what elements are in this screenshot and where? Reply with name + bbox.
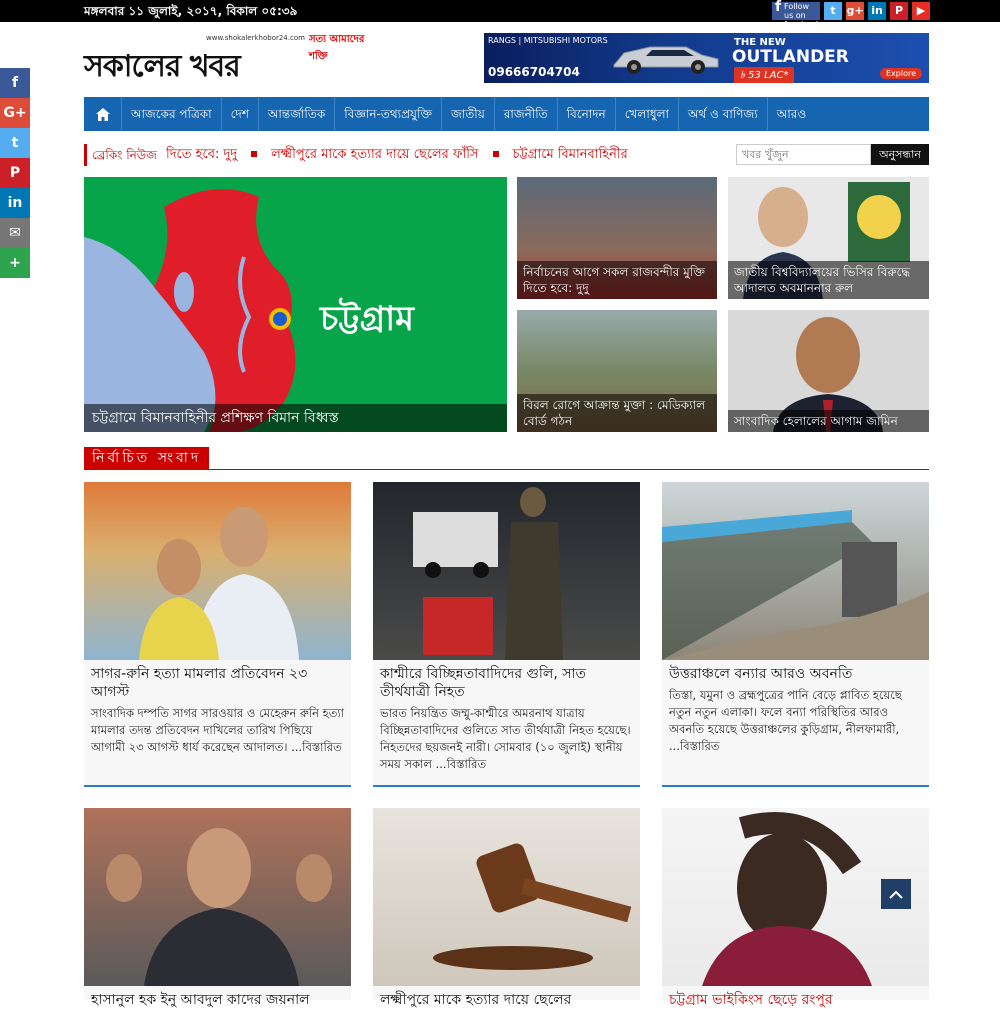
- home-icon[interactable]: [84, 97, 122, 131]
- googleplus-icon[interactable]: G+: [0, 98, 30, 128]
- arrow-up-icon[interactable]: [881, 879, 911, 909]
- breaking-news-label: ব্রেকিং নিউজ: [84, 144, 159, 166]
- pinterest-icon[interactable]: P: [0, 158, 30, 188]
- nav-item-national[interactable]: জাতীয়: [442, 97, 495, 131]
- news-card[interactable]: সাগর-রুনি হত্যা মামলার প্রতিবেদন ২৩ আগস্…: [84, 482, 351, 787]
- featured-story[interactable]: জাতীয় বিশ্ববিদ্যালয়ের ভিসির বিরুদ্ধে আ…: [728, 177, 929, 299]
- ad-explore-button[interactable]: Explore: [880, 68, 923, 79]
- featured-story[interactable]: বিরল রোগে আক্রান্ত মুক্তা : মেডিক্যাল বো…: [517, 310, 717, 432]
- search-form: অনুসন্ধান: [736, 144, 929, 165]
- top-bar: মঙ্গলবার ১১ জুলাই, ২০১৭, বিকাল ০৫:৩৯ Fol…: [0, 0, 1000, 29]
- nav-item-more[interactable]: আরও: [768, 97, 815, 131]
- twitter-icon[interactable]: t: [824, 2, 842, 20]
- featured-story[interactable]: নির্বাচনের আগে সকল রাজবন্দীর মুক্তি দিতে…: [517, 177, 717, 299]
- logo-url: www.shokalerkhobor24.com: [206, 34, 305, 42]
- ticker-item[interactable]: দিতে হবে: দুদু: [166, 147, 237, 162]
- bullet-icon: [492, 150, 499, 157]
- news-title[interactable]: লক্ষ্মীপুরে মাকে হত্যার দায়ে ছেলের: [373, 986, 578, 1009]
- breaking-news-ticker: দিতে হবে: দুদু লক্ষ্মীপুরে মাকে হত্যার দা…: [166, 144, 736, 166]
- map-image: [84, 189, 296, 432]
- news-card[interactable]: লক্ষ্মীপুরে মাকে হত্যার দায়ে ছেলের: [373, 808, 640, 1008]
- ticker-item[interactable]: চট্টগ্রামে বিমানবাহিনীর: [513, 147, 628, 162]
- news-card[interactable]: উত্তরাঞ্চলে বন্যার আরও অবনতি তিস্তা, যমু…: [662, 482, 929, 787]
- youtube-icon[interactable]: ▶: [912, 2, 930, 20]
- nav-item-sports[interactable]: খেলাধুলা: [616, 97, 680, 131]
- facebook-follow-button[interactable]: Follow us on facebook: [772, 2, 821, 29]
- search-button[interactable]: অনুসন্ধান: [871, 144, 929, 165]
- news-image: [84, 482, 351, 660]
- nav-item-international[interactable]: আন্তর্জাতিক: [259, 97, 336, 131]
- email-icon[interactable]: ✉: [0, 218, 30, 248]
- social-links: Follow us on facebook t g+ in P ▶: [772, 2, 930, 29]
- map-label: চট্টগ্রাম: [320, 299, 414, 339]
- nav-item-country[interactable]: দেশ: [222, 97, 259, 131]
- linkedin-icon[interactable]: in: [0, 188, 30, 218]
- ad-phone: 09666704704: [488, 65, 580, 79]
- logo-name: সকালের খবর: [84, 49, 241, 84]
- breaking-news-bar: ব্রেকিং নিউজ দিতে হবে: দুদু লক্ষ্মীপুরে ম…: [84, 144, 929, 166]
- featured-story-main[interactable]: চট্টগ্রাম চট্টগ্রামে বিমানবাহিনীর প্রশিক…: [84, 177, 507, 432]
- ad-price: ৳ 53 LAC*: [734, 67, 795, 83]
- card-divider: [84, 785, 351, 787]
- news-excerpt: তিস্তা, যমুনা ও ব্রহ্মপুত্রের পানি বেড়ে…: [669, 688, 902, 753]
- googleplus-icon[interactable]: g+: [846, 2, 864, 20]
- nav-item-science-tech[interactable]: বিজ্ঞান-তথ্যপ্রযুক্তি: [335, 97, 443, 131]
- section-header: নির্বাচিত সংবাদ: [84, 447, 929, 470]
- news-title[interactable]: কাশ্মীরে বিচ্ছিন্নতাবাদিদের গুলি, সাত তী…: [373, 660, 640, 701]
- ad-brand: RANGS | MITSUBISHI MOTORS: [488, 36, 608, 45]
- news-title[interactable]: সাগর-রুনি হত্যা মামলার প্রতিবেদন ২৩ আগস্…: [84, 660, 351, 701]
- site-logo[interactable]: www.shokalerkhobor24.com সত্য আমাদের শক্…: [84, 34, 384, 84]
- news-image: [84, 808, 351, 986]
- news-title[interactable]: উত্তরাঞ্চলে বন্যার আরও অবনতি: [662, 660, 929, 683]
- search-input[interactable]: [736, 144, 871, 165]
- more-icon[interactable]: +: [0, 248, 30, 278]
- news-card[interactable]: হাসানুল হক ইনু আবদুল কাদের জয়নাল: [84, 808, 351, 1008]
- advertisement-banner[interactable]: RANGS | MITSUBISHI MOTORS 09666704704 TH…: [484, 33, 929, 83]
- car-image: [613, 46, 719, 74]
- current-date: মঙ্গলবার ১১ জুলাই, ২০১৭, বিকাল ০৫:৩৯: [84, 4, 298, 18]
- nav-item-entertainment[interactable]: বিনোদন: [558, 97, 616, 131]
- news-card[interactable]: কাশ্মীরে বিচ্ছিন্নতাবাদিদের গুলি, সাত তী…: [373, 482, 640, 787]
- ticker-item[interactable]: লক্ষ্মীপুরে মাকে হত্যার দায়ে ছেলের ফাঁস…: [271, 147, 478, 162]
- news-title[interactable]: চট্টগ্রাম ভাইকিংস ছেড়ে রংপুর: [662, 986, 840, 1009]
- news-image: [373, 808, 640, 986]
- logo-tagline: সত্য আমাদের শক্তি: [309, 34, 365, 62]
- news-title[interactable]: হাসানুল হক ইনু আবদুল কাদের জয়নাল: [84, 986, 317, 1009]
- nav-item-todays-paper[interactable]: আজকের পত্রিকা: [122, 97, 222, 131]
- facebook-icon[interactable]: f: [0, 68, 30, 98]
- featured-caption[interactable]: নির্বাচনের আগে সকল রাজবন্দীর মুক্তি দিতে…: [517, 261, 717, 299]
- featured-caption[interactable]: চট্টগ্রামে বিমানবাহিনীর প্রশিক্ষণ বিমান …: [84, 404, 507, 432]
- news-image: [373, 482, 640, 660]
- twitter-icon[interactable]: t: [0, 128, 30, 158]
- nav-item-politics[interactable]: রাজনীতি: [495, 97, 558, 131]
- news-image: [662, 482, 929, 660]
- featured-caption[interactable]: জাতীয় বিশ্ববিদ্যালয়ের ভিসির বিরুদ্ধে আ…: [728, 261, 929, 299]
- pinterest-icon[interactable]: P: [890, 2, 908, 20]
- section-title: নির্বাচিত সংবাদ: [84, 447, 210, 469]
- ad-model: OUTLANDER: [732, 47, 849, 67]
- featured-story[interactable]: সাংবাদিক হেলালের আগাম জামিন: [728, 310, 929, 432]
- featured-caption[interactable]: বিরল রোগে আক্রান্ত মুক্তা : মেডিক্যাল বো…: [517, 394, 717, 432]
- news-excerpt: সাংবাদিক দম্পতি সাগর সারওয়ার ও মেহেরুন …: [91, 706, 345, 754]
- news-excerpt: ভারত নিয়ন্ত্রিত জম্মু-কাশ্মীরে অমরনাথ য…: [380, 706, 631, 771]
- main-nav: আজকের পত্রিকা দেশ আন্তর্জাতিক বিজ্ঞান-তথ…: [84, 97, 929, 131]
- featured-caption[interactable]: সাংবাদিক হেলালের আগাম জামিন: [728, 410, 929, 432]
- bullet-icon: [251, 150, 258, 157]
- linkedin-icon[interactable]: in: [868, 2, 886, 20]
- share-sidebar: f G+ t P in ✉ +: [0, 68, 30, 278]
- card-divider: [662, 785, 929, 787]
- card-divider: [373, 785, 640, 787]
- nav-item-business[interactable]: অর্থ ও বাণিজ্য: [679, 97, 768, 131]
